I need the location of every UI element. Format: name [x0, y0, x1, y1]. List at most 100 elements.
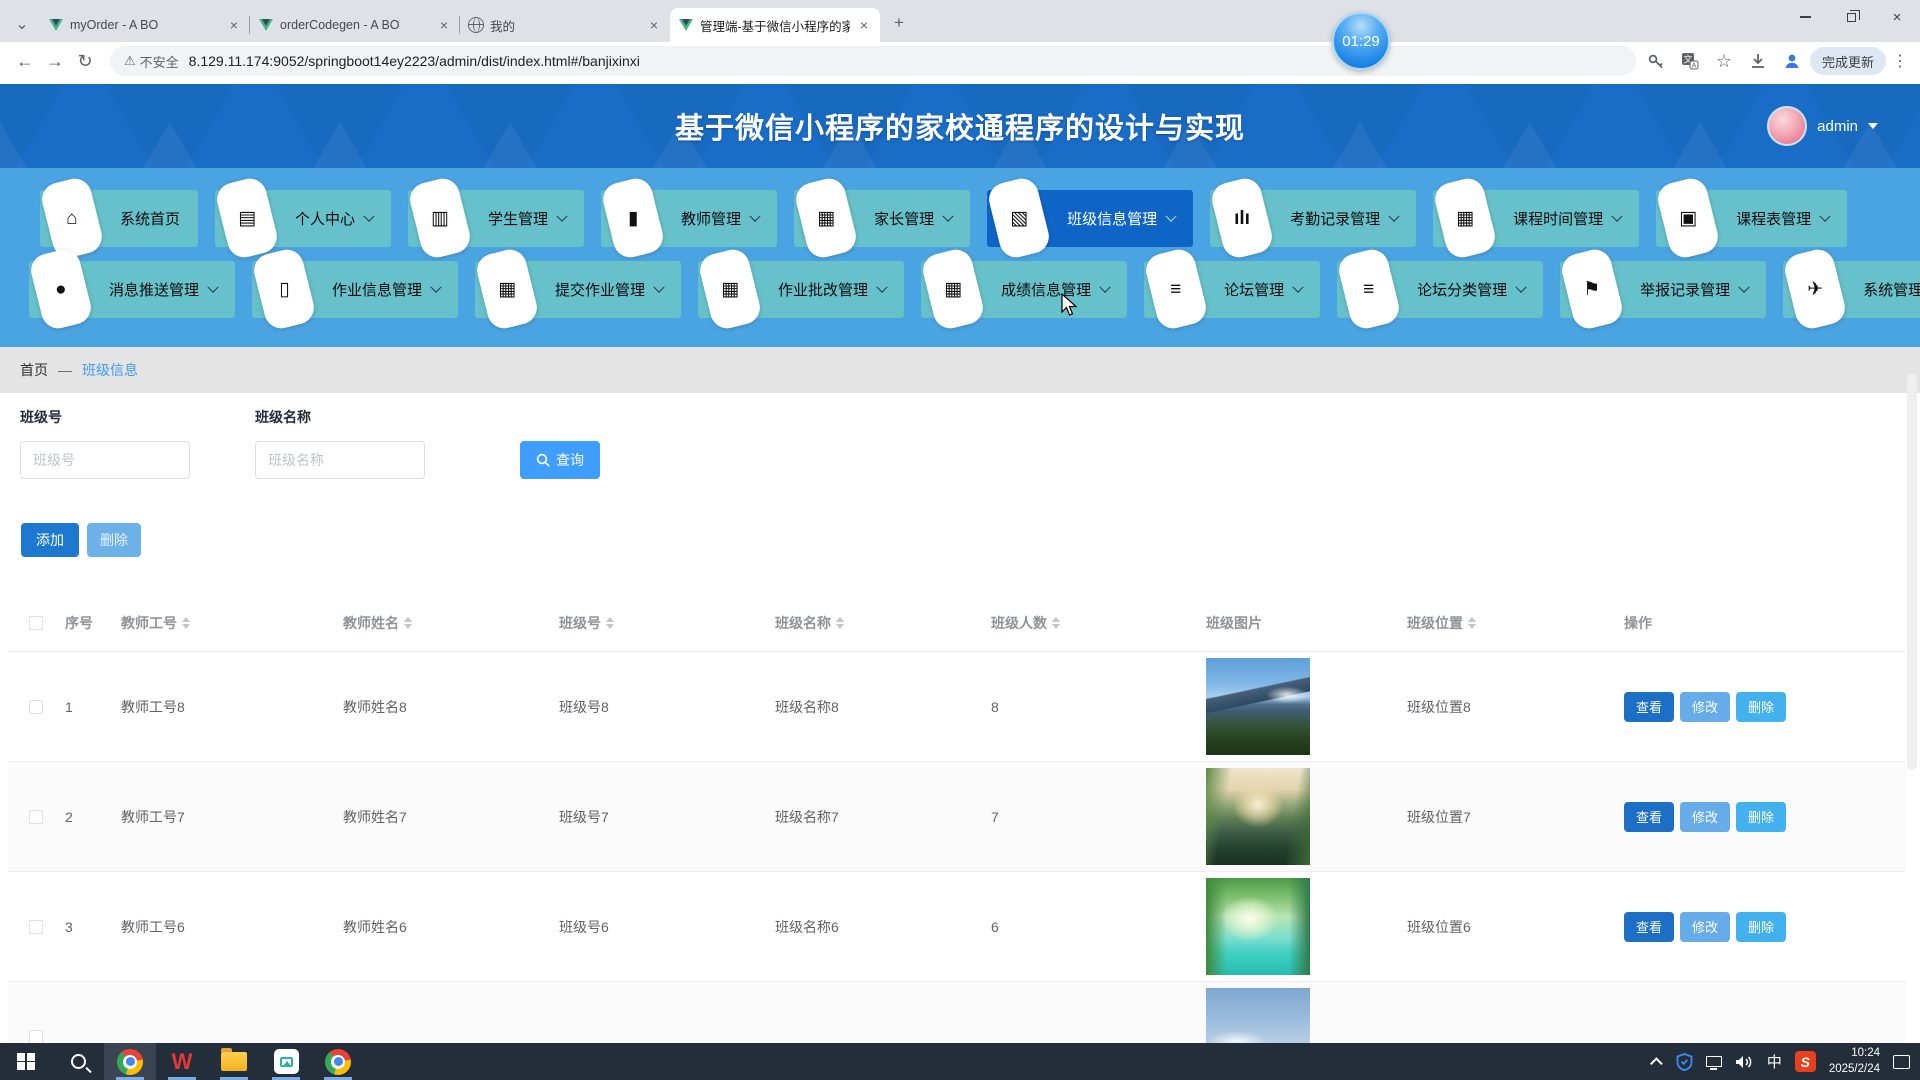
minimize-button[interactable] [1782, 0, 1828, 34]
url-text[interactable]: 8.129.11.174:9052/springboot14ey2223/adm… [189, 53, 640, 69]
tab-close-icon[interactable]: × [856, 17, 872, 33]
refresh-icon[interactable]: ↻ [70, 46, 100, 76]
taskbar-clock[interactable]: 10:242025/2/24 [1829, 1046, 1880, 1077]
tab-close-icon[interactable]: × [226, 17, 242, 33]
sort-carets-icon[interactable] [1468, 613, 1476, 633]
nav-item[interactable]: ⌂系统首页 [40, 190, 198, 247]
column-header[interactable]: 班级人数 [986, 608, 1201, 638]
nav-item[interactable]: ≡论坛分类管理 [1337, 261, 1543, 318]
nav-item[interactable]: ▧班级信息管理 [987, 190, 1193, 247]
column-header[interactable]: 班级名称 [770, 608, 986, 638]
nav-item[interactable]: ▮教师管理 [601, 190, 777, 247]
chrome-update-button[interactable]: 完成更新 [1810, 47, 1886, 75]
user-menu[interactable]: admin [1767, 84, 1878, 168]
sort-carets-icon[interactable] [606, 613, 614, 633]
nav-item[interactable]: ▦家长管理 [794, 190, 970, 247]
edit-button[interactable]: 修改 [1680, 912, 1730, 942]
chevron-down-icon [1292, 281, 1303, 292]
menu-kebab-icon[interactable]: ⋮ [1890, 51, 1910, 71]
start-button[interactable] [0, 1043, 52, 1080]
row-checkbox[interactable] [29, 810, 43, 824]
nav-item[interactable]: ✈系统管理 [1783, 261, 1920, 318]
nav-item[interactable]: ▣课程表管理 [1656, 190, 1847, 247]
browser-tab[interactable]: orderCodegen - A BO× [250, 8, 460, 42]
tab-close-icon[interactable]: × [436, 17, 452, 33]
taskbar-chrome-active[interactable] [104, 1043, 156, 1080]
class-no-input[interactable] [20, 441, 190, 479]
vue-favicon [258, 17, 274, 33]
sogou-icon[interactable]: S [1795, 1051, 1816, 1072]
close-button[interactable]: × [1874, 0, 1920, 34]
security-shield-icon[interactable] [1676, 1053, 1693, 1071]
column-header[interactable]: 班级位置 [1402, 608, 1619, 638]
back-icon[interactable]: ← [10, 46, 40, 76]
row-checkbox[interactable] [29, 1030, 43, 1044]
nav-item[interactable]: ▯作业信息管理 [252, 261, 458, 318]
tray-expand-icon[interactable] [1650, 1057, 1663, 1070]
new-tab-button[interactable]: + [886, 10, 912, 36]
delete-row-button[interactable]: 删除 [1736, 802, 1786, 832]
nav-item-label: 论坛管理 [1224, 279, 1284, 300]
query-button[interactable]: 查询 [520, 441, 600, 479]
sort-carets-icon[interactable] [836, 613, 844, 633]
edit-button[interactable]: 修改 [1680, 692, 1730, 722]
nav-item[interactable]: ⚑举报记录管理 [1560, 261, 1766, 318]
nav-item[interactable]: ▦作业批改管理 [698, 261, 904, 318]
tab-list-chevron-icon[interactable]: ⌄ [8, 10, 36, 38]
nav-item[interactable]: ▦提交作业管理 [475, 261, 681, 318]
delete-row-button[interactable]: 删除 [1736, 912, 1786, 942]
nav-item[interactable]: ▦课程时间管理 [1433, 190, 1639, 247]
nav-item[interactable]: ≡论坛管理 [1144, 261, 1320, 318]
nav-item[interactable]: ▦成绩信息管理 [921, 261, 1127, 318]
profile-icon[interactable] [1782, 51, 1802, 71]
volume-icon[interactable] [1735, 1054, 1754, 1070]
column-header[interactable]: 教师姓名 [338, 608, 554, 638]
browser-tab[interactable]: myOrder - A BO× [40, 8, 250, 42]
view-button[interactable]: 查看 [1624, 912, 1674, 942]
nav-item[interactable]: ▤个人中心 [215, 190, 391, 247]
restore-button[interactable] [1828, 0, 1874, 34]
taskbar-wps[interactable]: W [156, 1043, 208, 1080]
row-checkbox[interactable] [29, 920, 43, 934]
taskbar-chrome-2[interactable] [312, 1043, 364, 1080]
ime-indicator[interactable]: 中 [1767, 1051, 1782, 1072]
browser-tab[interactable]: 我的× [460, 8, 670, 42]
address-bar[interactable]: ⚠不安全 8.129.11.174:9052/springboot14ey222… [110, 46, 1636, 76]
delete-button[interactable]: 删除 [87, 523, 141, 557]
translate-icon[interactable]: 文A [1680, 51, 1700, 71]
bookmark-star-icon[interactable]: ☆ [1714, 51, 1734, 71]
taskbar-screenshot-tool[interactable] [260, 1043, 312, 1080]
chevron-down-icon [653, 281, 664, 292]
delete-row-button[interactable]: 删除 [1736, 692, 1786, 722]
avatar[interactable] [1767, 106, 1807, 146]
taskbar-file-explorer[interactable] [208, 1043, 260, 1080]
view-button[interactable]: 查看 [1624, 692, 1674, 722]
taskbar-search-button[interactable] [52, 1043, 104, 1080]
security-chip[interactable]: ⚠不安全 [124, 52, 179, 71]
sort-carets-icon[interactable] [182, 613, 190, 633]
nav-item[interactable]: ▥学生管理 [408, 190, 584, 247]
forward-icon[interactable]: → [40, 46, 70, 76]
notification-center-icon[interactable] [1893, 1055, 1910, 1069]
breadcrumb-home[interactable]: 首页 [20, 360, 48, 380]
view-button[interactable]: 查看 [1624, 802, 1674, 832]
add-button[interactable]: 添加 [21, 523, 79, 557]
column-header[interactable]: 班级号 [554, 608, 770, 638]
tab-close-icon[interactable]: × [646, 17, 662, 33]
network-icon[interactable] [1706, 1056, 1722, 1067]
table-row: 3教师工号6教师姓名6班级号6班级名称66班级位置6查看修改删除 [8, 872, 1906, 982]
browser-tab[interactable]: 管理端-基于微信小程序的家校× [670, 8, 880, 42]
nav-item[interactable]: ●消息推送管理 [29, 261, 235, 318]
sort-carets-icon[interactable] [1052, 613, 1060, 633]
select-all-checkbox[interactable] [29, 616, 43, 630]
sort-carets-icon[interactable] [404, 613, 412, 633]
password-key-icon[interactable] [1646, 51, 1666, 71]
nav-item[interactable]: ılı考勤记录管理 [1210, 190, 1416, 247]
class-name-input[interactable] [255, 441, 425, 479]
column-header[interactable]: 教师工号 [116, 608, 338, 638]
scrollbar-track[interactable] [1907, 374, 1917, 770]
recording-timer-badge[interactable]: 01:29 [1332, 12, 1390, 70]
download-icon[interactable] [1748, 51, 1768, 71]
row-checkbox[interactable] [29, 700, 43, 714]
edit-button[interactable]: 修改 [1680, 802, 1730, 832]
